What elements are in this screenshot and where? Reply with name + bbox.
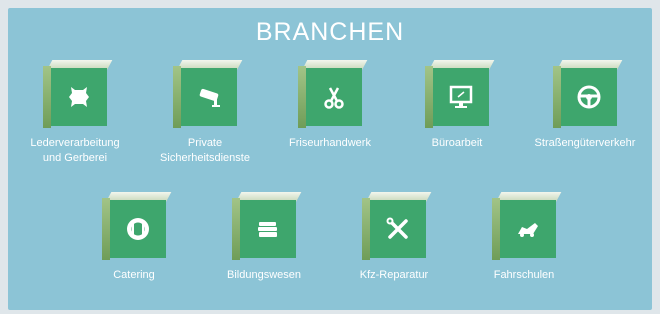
tile-label: Lederverarbeitung [30,137,120,149]
tile-lederverarbeitung[interactable]: Lederverarbeitung und Gerberei [15,60,135,166]
tile-cube [362,192,432,266]
tile-strassengueterverkehr[interactable]: Straßengüterverkehr [525,60,645,151]
tile-label: Straßengüterverkehr [534,137,636,149]
tile-cube [102,192,172,266]
wrench-screwdriver-icon [382,213,414,245]
tile-bueroarbeit[interactable]: Büroarbeit [397,60,517,151]
tile-cube [43,60,113,134]
leather-hide-icon [63,81,95,113]
tile-fahrschulen[interactable]: Fahrschulen [464,192,584,283]
monitor-icon [445,81,477,113]
tile-label: Bildungswesen [227,269,301,281]
tile-cube [425,60,495,134]
tile-cube [298,60,368,134]
tile-bildungswesen[interactable]: Bildungswesen [204,192,324,283]
learner-driver-icon [512,213,544,245]
tile-label-line2: und Gerberei [42,152,108,164]
tile-label: Fahrschulen [493,269,555,281]
tile-label: Private [187,137,223,149]
security-camera-icon [193,81,225,113]
tile-label: Catering [113,269,155,281]
tile-label: Kfz-Reparatur [359,269,429,281]
scissors-icon [318,81,350,113]
tile-label: Büroarbeit [431,137,483,149]
tile-label-line2: Sicherheitsdienste [160,152,250,164]
books-icon [252,213,284,245]
tile-cube [492,192,562,266]
tile-label: Friseurhandwerk [289,137,371,149]
tile-cube [232,192,302,266]
branchen-panel: BRANCHEN Lederverarbeitung und Gerberei … [8,8,652,310]
tile-catering[interactable]: Catering [74,192,194,283]
plate-cutlery-icon [122,213,154,245]
tile-cube [553,60,623,134]
page-title: BRANCHEN [255,18,405,46]
tile-sicherheitsdienste[interactable]: Private Sicherheitsdienste [145,60,265,166]
steering-wheel-icon [573,81,605,113]
tile-cube [173,60,243,134]
tile-friseurhandwerk[interactable]: Friseurhandwerk [270,60,390,151]
tile-kfz-reparatur[interactable]: Kfz-Reparatur [334,192,454,283]
